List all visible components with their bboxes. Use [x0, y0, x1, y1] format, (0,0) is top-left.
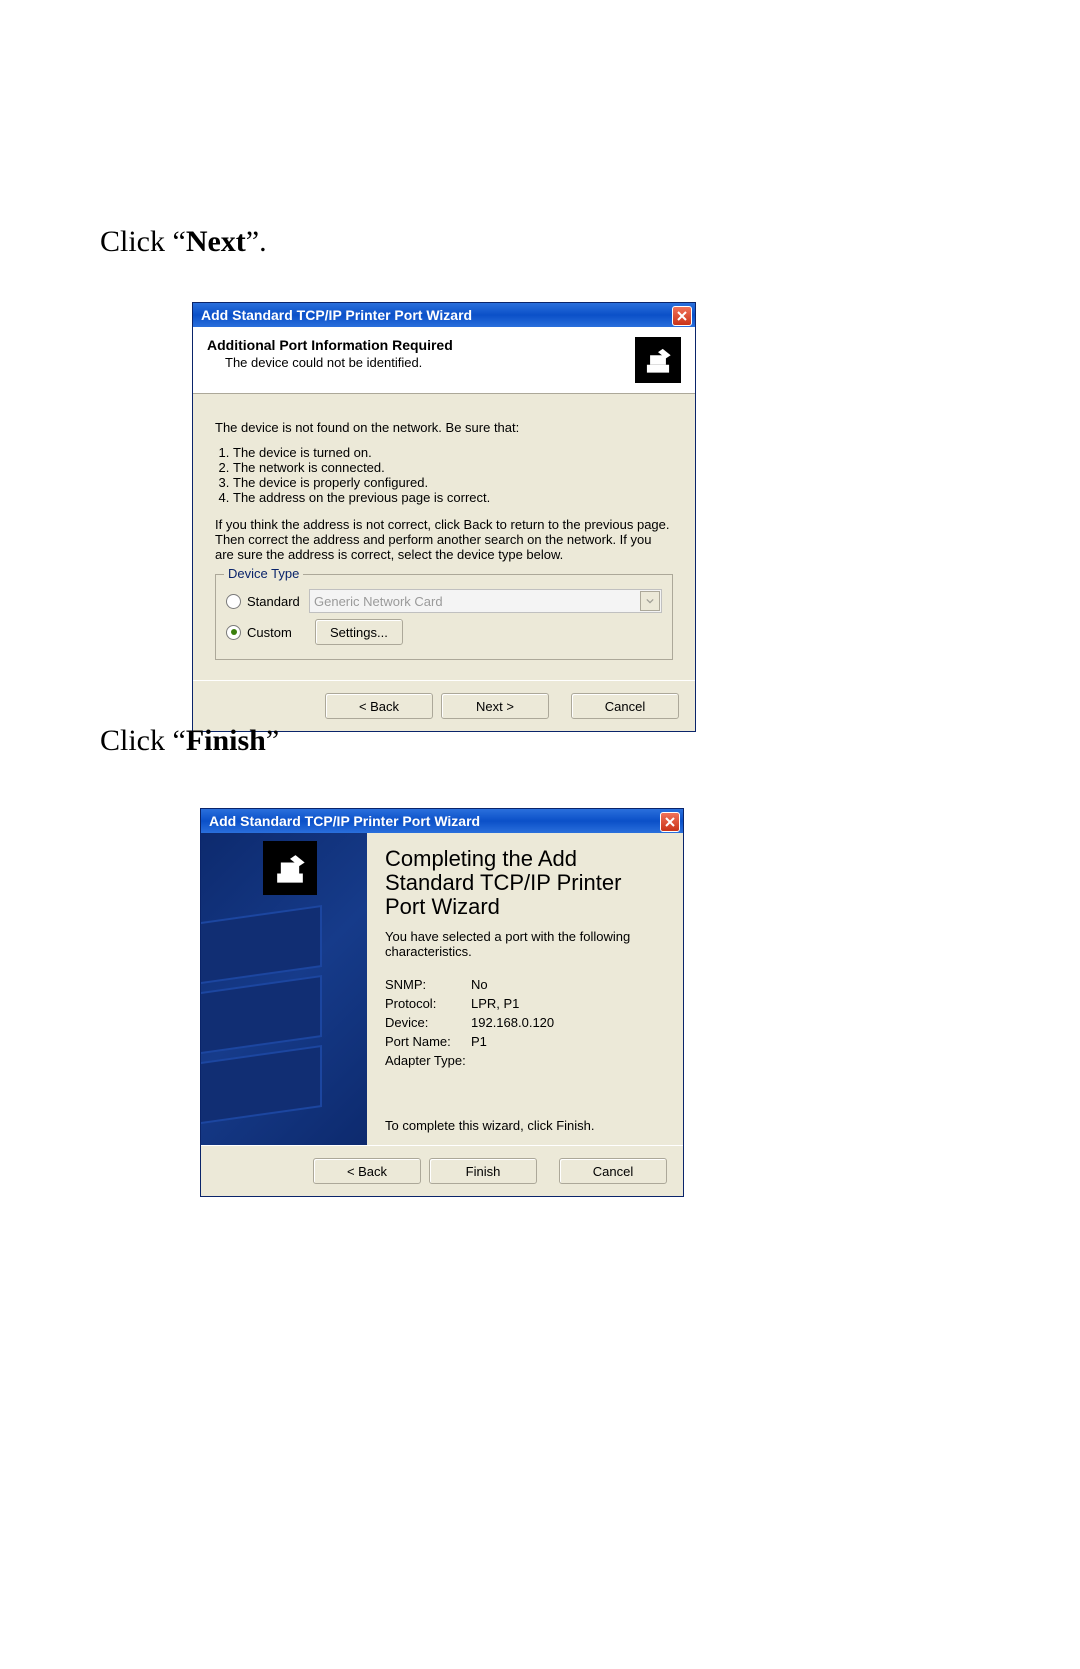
radio-custom-label: Custom — [247, 625, 305, 640]
instruction-next: Click “Next”. — [100, 225, 267, 259]
wizard-subtext: You have selected a port with the follow… — [385, 929, 665, 959]
settings-button[interactable]: Settings... — [315, 619, 403, 645]
close-icon — [677, 308, 687, 324]
kv-key: Port Name: — [385, 1034, 471, 1049]
kv-row: Port Name:P1 — [385, 1034, 665, 1049]
radio-standard[interactable] — [226, 594, 241, 609]
body-paragraph: If you think the address is not correct,… — [215, 517, 673, 562]
kv-key: Adapter Type: — [385, 1053, 471, 1068]
list-item: The device is turned on. — [233, 445, 673, 460]
kv-row: SNMP:No — [385, 977, 665, 992]
device-type-group: Device Type Standard Generic Network Car… — [215, 574, 673, 660]
text: Click “ — [100, 225, 186, 258]
back-button[interactable]: < Back — [325, 693, 433, 719]
kv-key: Device: — [385, 1015, 471, 1030]
wizard-side-banner — [201, 833, 367, 1145]
kv-row: Protocol:LPR, P1 — [385, 996, 665, 1011]
kv-val: 192.168.0.120 — [471, 1015, 554, 1030]
kv-key: SNMP: — [385, 977, 471, 992]
check-list: The device is turned on. The network is … — [233, 445, 673, 505]
close-button[interactable] — [672, 306, 692, 326]
header-subtitle: The device could not be identified. — [207, 355, 453, 370]
close-icon — [665, 814, 675, 830]
kv-val: No — [471, 977, 488, 992]
radio-custom[interactable] — [226, 625, 241, 640]
next-button[interactable]: Next > — [441, 693, 549, 719]
device-type-combo[interactable]: Generic Network Card — [309, 589, 662, 613]
chevron-down-icon — [640, 591, 660, 611]
text: ”. — [246, 225, 267, 258]
printer-icon — [635, 337, 681, 383]
dialog-header: Additional Port Information Required The… — [193, 327, 695, 394]
wizard-heading: Completing the Add Standard TCP/IP Print… — [385, 847, 665, 919]
titlebar[interactable]: Add Standard TCP/IP Printer Port Wizard — [193, 303, 695, 327]
kv-key: Protocol: — [385, 996, 471, 1011]
text-bold: Next — [186, 225, 246, 258]
list-item: The address on the previous page is corr… — [233, 490, 673, 505]
cancel-button[interactable]: Cancel — [571, 693, 679, 719]
text: ” — [266, 724, 279, 757]
header-title: Additional Port Information Required — [207, 337, 453, 353]
list-item: The network is connected. — [233, 460, 673, 475]
combo-value: Generic Network Card — [314, 594, 443, 609]
titlebar[interactable]: Add Standard TCP/IP Printer Port Wizard — [201, 809, 683, 833]
kv-row: Adapter Type: — [385, 1053, 665, 1068]
document-page: Click “Next”. Add Standard TCP/IP Printe… — [0, 0, 1080, 1669]
dialog-footer: < Back Finish Cancel — [201, 1145, 683, 1196]
text: Click “ — [100, 724, 186, 757]
body-lead: The device is not found on the network. … — [215, 420, 673, 435]
text-bold: Finish — [186, 724, 266, 757]
dialog-complete: Add Standard TCP/IP Printer Port Wizard — [200, 808, 684, 1197]
radio-standard-label: Standard — [247, 594, 305, 609]
cancel-button[interactable]: Cancel — [559, 1158, 667, 1184]
kv-val: P1 — [471, 1034, 487, 1049]
printer-icon — [263, 841, 317, 895]
window-title: Add Standard TCP/IP Printer Port Wizard — [193, 307, 472, 323]
dialog-port-info: Add Standard TCP/IP Printer Port Wizard … — [192, 302, 696, 732]
back-button[interactable]: < Back — [313, 1158, 421, 1184]
wizard-content: Completing the Add Standard TCP/IP Print… — [367, 833, 683, 1145]
kv-val: LPR, P1 — [471, 996, 519, 1011]
group-legend: Device Type — [224, 566, 303, 581]
close-button[interactable] — [660, 812, 680, 832]
kv-row: Device:192.168.0.120 — [385, 1015, 665, 1030]
window-title: Add Standard TCP/IP Printer Port Wizard — [201, 813, 480, 829]
finish-button[interactable]: Finish — [429, 1158, 537, 1184]
dialog-body: The device is not found on the network. … — [193, 394, 695, 680]
list-item: The device is properly configured. — [233, 475, 673, 490]
wizard-complete-text: To complete this wizard, click Finish. — [385, 1118, 665, 1133]
dialog-main: Completing the Add Standard TCP/IP Print… — [201, 833, 683, 1145]
instruction-finish: Click “Finish” — [100, 724, 279, 758]
